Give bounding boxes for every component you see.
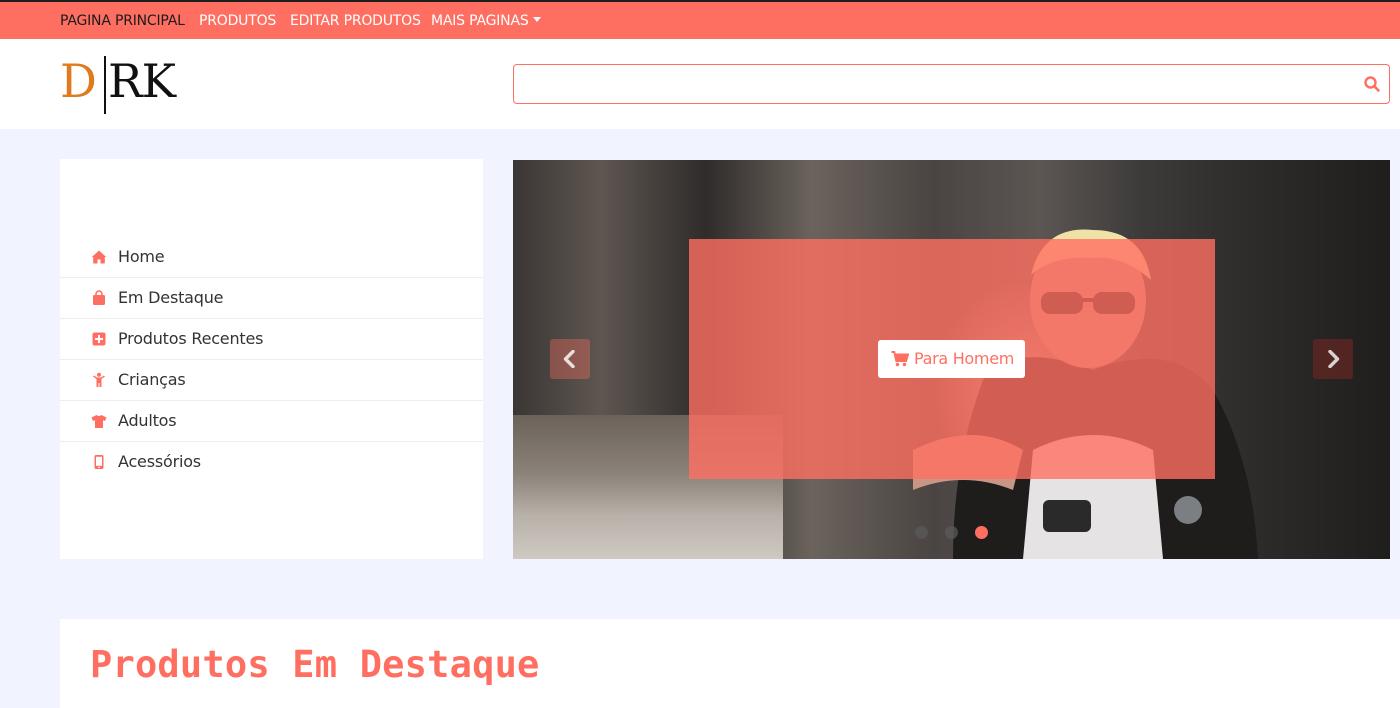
search-icon[interactable] <box>1363 75 1381 93</box>
header: D RK <box>0 39 1400 129</box>
search-box <box>513 64 1390 104</box>
plus-square-icon <box>92 332 106 346</box>
cart-icon <box>891 351 909 367</box>
top-navbar: PAGINA PRINCIPAL PRODUTOS EDITAR PRODUTO… <box>0 0 1400 39</box>
carousel-indicator-3[interactable] <box>975 526 988 539</box>
para-homem-button[interactable]: Para Homem <box>878 340 1025 378</box>
sidebar-item-em-destaque[interactable]: Em Destaque <box>60 278 483 319</box>
nav-dropdown-mais-paginas[interactable]: MAIS PAGINAS <box>431 13 541 29</box>
search-input[interactable] <box>514 65 1344 103</box>
logo-divider <box>104 56 106 114</box>
nav-link-pagina-principal[interactable]: PAGINA PRINCIPAL <box>60 13 185 29</box>
sidebar-item-adultos[interactable]: Adultos <box>60 401 483 442</box>
sidebar-item-produtos-recentes[interactable]: Produtos Recentes <box>60 319 483 360</box>
para-homem-label: Para Homem <box>914 349 1015 368</box>
nav-dropdown-label: MAIS PAGINAS <box>431 13 529 29</box>
sidebar-item-label: Produtos Recentes <box>118 329 264 348</box>
category-sidebar: Home Em Destaque Produtos Recentes Crian… <box>60 159 483 559</box>
nav-link-editar-produtos[interactable]: EDITAR PRODUTOS <box>290 13 421 29</box>
featured-products-title: Produtos Em Destaque <box>90 643 540 686</box>
carousel-indicator-1[interactable] <box>915 526 928 539</box>
caret-down-icon <box>532 17 541 22</box>
child-icon <box>93 372 105 387</box>
featured-products-section: Produtos Em Destaque <box>60 619 1400 708</box>
sidebar-item-acessorios[interactable]: Acessórios <box>60 442 483 483</box>
sidebar-item-label: Adultos <box>118 411 177 430</box>
home-icon <box>91 250 107 264</box>
sidebar-item-label: Em Destaque <box>118 288 224 307</box>
carousel-indicator-2[interactable] <box>945 526 958 539</box>
hero-carousel: Para Homem <box>513 160 1390 559</box>
chevron-right-icon <box>1328 350 1340 368</box>
sidebar-item-label: Crianças <box>118 370 186 389</box>
mobile-icon <box>94 455 104 469</box>
carousel-prev-button[interactable] <box>550 339 590 379</box>
tshirt-icon <box>91 415 107 428</box>
logo[interactable]: D RK <box>60 56 195 114</box>
logo-letter-d: D <box>60 54 97 108</box>
sidebar-item-label: Acessórios <box>118 452 201 471</box>
sidebar-item-criancas[interactable]: Crianças <box>60 360 483 401</box>
chevron-left-icon <box>563 350 575 368</box>
shopping-bag-icon <box>93 290 105 305</box>
carousel-indicators <box>913 526 1003 540</box>
logo-letters-rk: RK <box>108 54 176 108</box>
nav-link-produtos[interactable]: PRODUTOS <box>199 13 276 29</box>
sidebar-item-home[interactable]: Home <box>60 237 483 278</box>
carousel-next-button[interactable] <box>1313 339 1353 379</box>
sidebar-item-label: Home <box>118 247 165 266</box>
